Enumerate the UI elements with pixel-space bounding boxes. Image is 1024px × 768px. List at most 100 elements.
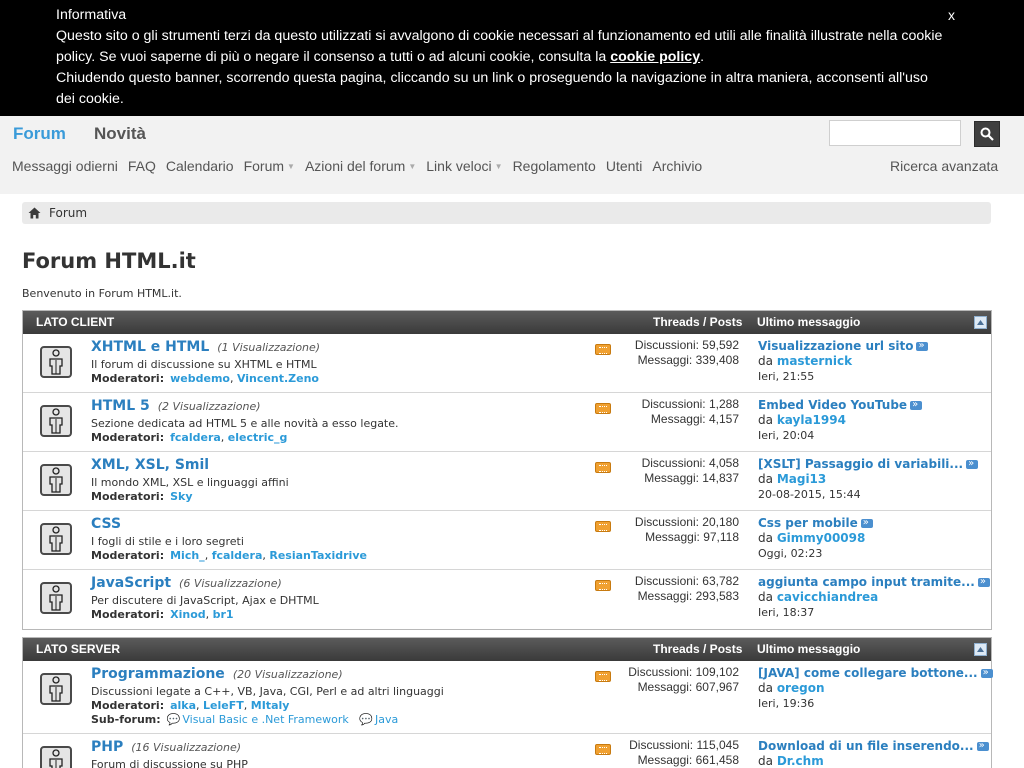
last-post-title-line: aggiunta campo input tramite... [758, 574, 990, 590]
go-to-last-post-icon[interactable] [916, 338, 929, 353]
tab-novita[interactable]: Novità [94, 124, 146, 144]
nav-messaggi-odierni[interactable]: Messaggi odierni [12, 156, 118, 176]
go-to-last-post-icon[interactable] [910, 397, 923, 412]
last-post-author[interactable]: Magi13 [777, 472, 826, 486]
moderator-link[interactable]: br1 [213, 608, 234, 621]
forum-description: Per discutere di JavaScript, Ajax e DHTM… [91, 594, 319, 607]
last-post-author[interactable]: Gimmy00098 [777, 531, 866, 545]
moderator-link[interactable]: ResianTaxidrive [269, 549, 367, 562]
collapse-button[interactable] [974, 643, 987, 656]
search-icon [980, 127, 994, 141]
go-to-last-post-icon[interactable] [980, 665, 993, 680]
last-post: Visualizzazione url sitoda masternickIer… [758, 338, 929, 384]
forum-views: (20 Visualizzazione) [232, 668, 343, 681]
forum-description: Forum di discussione su PHP [91, 758, 248, 768]
nav-azioni-forum[interactable]: Azioni del forum ▼ [305, 156, 416, 176]
cookie-banner: Informativa Questo sito o gli strumenti … [0, 0, 1024, 116]
last-post-author[interactable]: kayla1994 [777, 413, 846, 427]
forum-title-line: HTML 5 (2 Visualizzazione) [91, 398, 261, 414]
rss-icon[interactable] [595, 671, 611, 682]
last-post-author[interactable]: masternick [777, 354, 852, 368]
moderator-link[interactable]: fcaldera [212, 549, 263, 562]
subforum-icon: 💬 [359, 713, 373, 726]
forum-title-link[interactable]: Programmazione [91, 666, 225, 682]
moderator-link[interactable]: MItaly [251, 699, 290, 712]
last-post-title[interactable]: Embed Video YouTube [758, 398, 907, 412]
advanced-search-link[interactable]: Ricerca avanzata [890, 158, 998, 174]
rss-icon[interactable] [595, 344, 611, 355]
forum-title-line: CSS [91, 516, 129, 532]
moderator-link[interactable]: webdemo [170, 372, 230, 385]
subforum-link[interactable]: Java [375, 713, 398, 726]
moderator-link[interactable]: Xinod [170, 608, 206, 621]
last-post-author-line: da kayla1994 [758, 413, 922, 428]
category-title[interactable]: LATO CLIENT [36, 315, 114, 329]
forum-title-link[interactable]: JavaScript [91, 575, 171, 591]
discussions-line: Discussioni: 1,288 [642, 397, 739, 412]
discussions-line: Discussioni: 20,180 [635, 515, 739, 530]
forum-title-link[interactable]: XML, XSL, Smil [91, 457, 209, 473]
moderator-link[interactable]: alka [170, 699, 196, 712]
rss-icon[interactable] [595, 521, 611, 532]
messages-label: Messaggi: [637, 680, 693, 694]
tab-forum[interactable]: Forum [13, 124, 66, 144]
nav-archivio[interactable]: Archivio [652, 156, 702, 176]
nav-calendario[interactable]: Calendario [166, 156, 234, 176]
last-post-title[interactable]: Css per mobile [758, 516, 858, 530]
forum-title-link[interactable]: XHTML e HTML [91, 339, 209, 355]
go-to-last-post-icon[interactable] [860, 515, 873, 530]
search-input[interactable] [829, 120, 961, 146]
forum-title-link[interactable]: PHP [91, 739, 123, 755]
home-icon[interactable] [28, 207, 41, 219]
last-post-title[interactable]: Visualizzazione url sito [758, 339, 913, 353]
forum-row: JavaScript (6 Visualizzazione) Per discute… [23, 570, 991, 629]
moderator-link[interactable]: Vincent.Zeno [237, 372, 319, 385]
nav-faq[interactable]: FAQ [128, 156, 156, 176]
messages-line: Messaggi: 4,157 [642, 412, 739, 427]
moderator-link[interactable]: LeleFT [203, 699, 244, 712]
breadcrumb-forum[interactable]: Forum [49, 206, 87, 220]
last-post-title[interactable]: [JAVA] come collegare bottone... [758, 666, 978, 680]
person-icon [49, 526, 63, 552]
collapse-button[interactable] [974, 316, 987, 329]
cookie-banner-text: Questo sito o gli strumenti terzi da que… [56, 28, 943, 65]
cookie-policy-link[interactable]: cookie policy [610, 49, 700, 65]
category-header: LATO CLIENT Threads / Posts Ultimo messa… [23, 311, 991, 334]
last-post-title[interactable]: [XSLT] Passaggio di variabili... [758, 457, 963, 471]
go-to-last-post-icon[interactable] [966, 456, 979, 471]
moderator-link[interactable]: fcaldera [170, 431, 221, 444]
nav-forum[interactable]: Forum ▼ [244, 156, 295, 176]
go-to-last-post-icon[interactable] [977, 574, 990, 589]
close-cookie-button[interactable]: x [948, 5, 955, 26]
last-post-author-line: da Magi13 [758, 472, 978, 487]
last-post-author[interactable]: Dr.chm [777, 754, 824, 768]
category-title[interactable]: LATO SERVER [36, 642, 120, 656]
go-to-last-post-icon[interactable] [976, 738, 989, 753]
rss-icon[interactable] [595, 462, 611, 473]
search-button[interactable] [974, 121, 1000, 147]
forum-status-icon [40, 673, 72, 705]
nav-link-veloci[interactable]: Link veloci ▼ [426, 156, 502, 176]
forum-description: Discussioni legate a C++, VB, Java, CGI,… [91, 685, 444, 698]
messages-count: 97,118 [703, 530, 739, 544]
forum-title-link[interactable]: HTML 5 [91, 398, 150, 414]
forum-list: XHTML e HTML (1 Visualizzazione) Il forum … [23, 334, 991, 629]
rss-icon[interactable] [595, 580, 611, 591]
discussions-count: 59,592 [702, 338, 739, 352]
messages-line: Messaggi: 14,837 [642, 471, 739, 486]
subforum-link[interactable]: Visual Basic e .Net Framework [182, 713, 348, 726]
by-label: da [758, 354, 773, 368]
rss-icon[interactable] [595, 403, 611, 414]
moderator-link[interactable]: Mich_ [170, 549, 205, 562]
forum-title-link[interactable]: CSS [91, 516, 121, 532]
forum-row: Programmazione (20 Visualizzazione) Discus… [23, 661, 993, 734]
moderator-link[interactable]: electric_g [228, 431, 288, 444]
nav-regolamento[interactable]: Regolamento [513, 156, 596, 176]
last-post-title[interactable]: aggiunta campo input tramite... [758, 575, 975, 589]
moderator-link[interactable]: Sky [170, 490, 192, 503]
last-post-author[interactable]: cavicchiandrea [777, 590, 878, 604]
nav-utenti[interactable]: Utenti [606, 156, 643, 176]
rss-icon[interactable] [595, 744, 611, 755]
last-post-title[interactable]: Download di un file inserendo... [758, 739, 974, 753]
last-post-author[interactable]: oregon [777, 681, 825, 695]
